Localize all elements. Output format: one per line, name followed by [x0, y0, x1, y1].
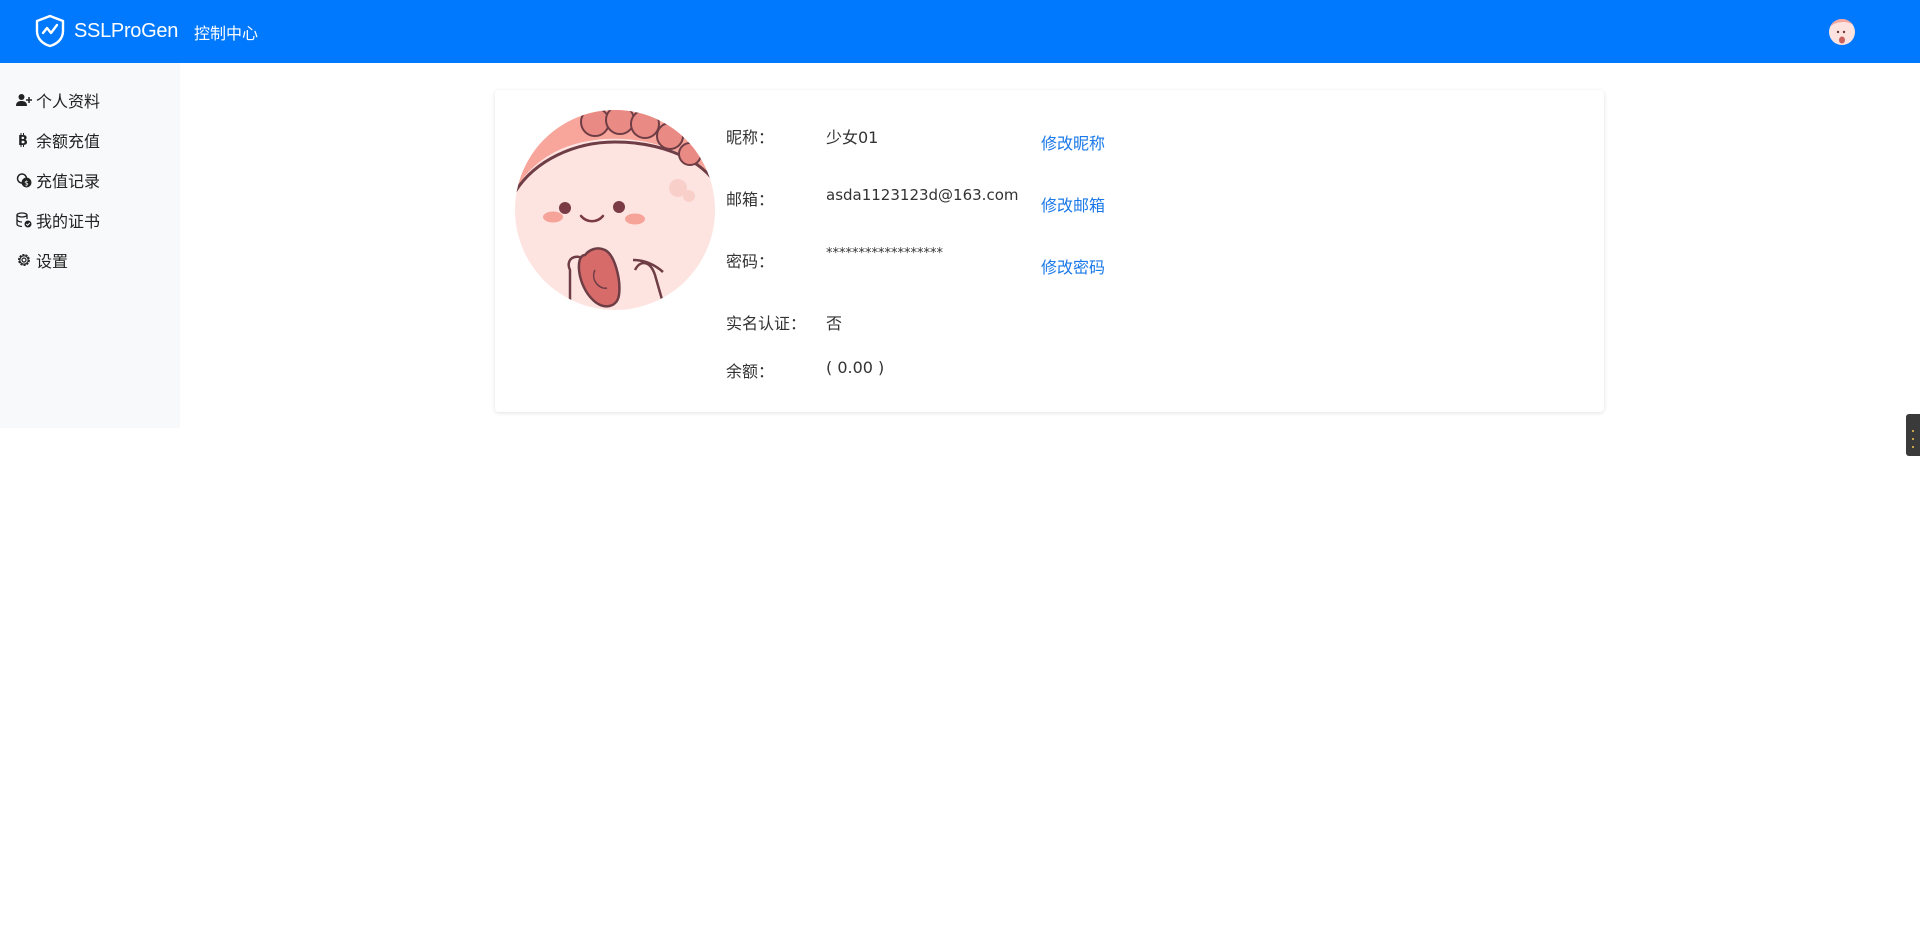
edit-email-link[interactable]: 修改邮箱	[1041, 192, 1105, 216]
password-label: 密码：	[726, 252, 775, 271]
sidebar-item-label: 余额充值	[36, 132, 101, 151]
balance-label: 余额：	[726, 362, 775, 381]
user-avatar[interactable]	[1829, 19, 1855, 45]
bitcoin-icon: B	[16, 132, 36, 148]
password-value: ******************	[826, 246, 943, 261]
profile-card: 昵称： 少女01 修改昵称 邮箱： asda1123123d@163.com 修…	[495, 90, 1604, 412]
coins-icon: $	[16, 172, 36, 188]
sidebar-item-label: 个人资料	[36, 92, 101, 111]
sidebar-item-label: 充值记录	[36, 172, 101, 191]
sidebar-item-label: 设置	[36, 252, 69, 271]
sidebar-item-recharge-records[interactable]: $ 充值记录	[16, 168, 100, 192]
edit-nickname-link[interactable]: 修改昵称	[1041, 130, 1105, 154]
side-floating-tab[interactable]	[1906, 414, 1920, 456]
gear-icon	[16, 252, 36, 268]
shield-logo-icon	[35, 14, 65, 48]
sidebar-item-profile[interactable]: 个人资料	[16, 88, 100, 112]
user-plus-icon	[16, 92, 36, 108]
svg-text:$: $	[24, 179, 28, 187]
profile-avatar[interactable]	[515, 110, 715, 310]
balance-value: ( 0.00 )	[826, 358, 885, 377]
brand-name: SSLProGen	[74, 19, 179, 42]
sidebar-item-my-certificates[interactable]: 我的证书	[16, 208, 100, 232]
sidebar-item-label: 我的证书	[36, 212, 101, 231]
nickname-label: 昵称：	[726, 128, 775, 147]
nav-control-center[interactable]: 控制中心	[194, 20, 258, 44]
avatar-image	[1829, 19, 1855, 45]
svg-text:B: B	[18, 134, 28, 147]
sidebar: 个人资料 B 余额充值 $ 充值记录 我的证书 设置	[0, 63, 180, 428]
edit-password-link[interactable]: 修改密码	[1041, 254, 1105, 278]
real-name-verification-label: 实名认证：	[726, 314, 807, 333]
email-label: 邮箱：	[726, 190, 775, 209]
nickname-value: 少女01	[826, 128, 879, 147]
avatar-image	[515, 110, 715, 310]
sidebar-item-settings[interactable]: 设置	[16, 248, 68, 272]
real-name-verification-value: 否	[826, 314, 843, 333]
database-check-icon	[16, 212, 36, 228]
top-navbar: SSLProGen 控制中心	[0, 0, 1920, 63]
brand[interactable]: SSLProGen	[34, 14, 178, 48]
sidebar-item-recharge[interactable]: B 余额充值	[16, 128, 100, 152]
email-value: asda1123123d@163.com	[826, 186, 1019, 204]
